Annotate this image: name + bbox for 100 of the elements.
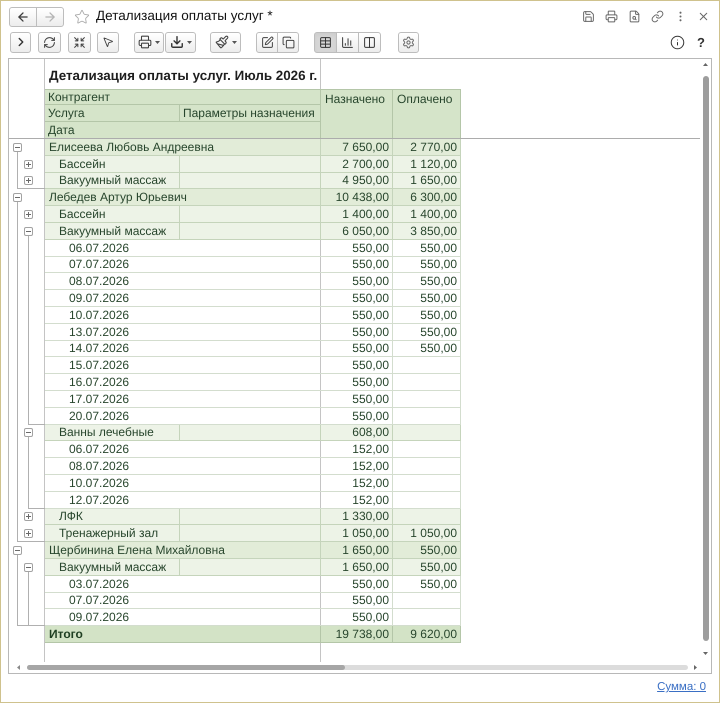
scrollbar-thumb[interactable] (702, 76, 708, 641)
style-button[interactable] (210, 32, 241, 52)
date-text: 09.07.2026 (69, 611, 130, 624)
date-text: 20.07.2026 (69, 410, 130, 422)
caret-icon (155, 40, 160, 44)
date-text: 14.07.2026 (69, 342, 130, 354)
plus-box-icon[interactable] (24, 529, 33, 538)
amount-text: 9 620,00 (410, 628, 457, 640)
amount-text: 550,00 (352, 578, 389, 590)
minus-box-icon[interactable] (24, 562, 33, 572)
minus-box-icon[interactable] (13, 142, 22, 152)
date-text: 09.07.2026 (69, 292, 130, 304)
report-title: Детализация оплаты услуг. Июль 2026 г. (49, 68, 318, 83)
plus-box-icon[interactable] (24, 160, 33, 169)
amount-text: 19 738,00 (336, 628, 389, 640)
copy-button[interactable] (277, 32, 299, 52)
minus-box-icon[interactable] (24, 226, 33, 236)
date-text: 07.07.2026 (69, 594, 130, 606)
minus-box-icon[interactable] (13, 193, 22, 202)
up-arrow-icon[interactable] (703, 63, 708, 66)
left-arrow-icon[interactable] (17, 665, 20, 670)
settings-icon (402, 36, 415, 48)
page-magnifier-icon[interactable] (628, 10, 641, 23)
amount-text: 550,00 (352, 292, 389, 304)
chart-view-button[interactable] (336, 32, 359, 52)
table-view-button[interactable] (314, 32, 337, 52)
date-text: 03.07.2026 (69, 578, 130, 590)
amount-text: 1 650,00 (342, 560, 389, 573)
amount-text: 152,00 (352, 443, 389, 456)
service-name: Вакуумный массаж (59, 174, 166, 186)
expand-button[interactable] (10, 32, 31, 52)
edit-button[interactable] (256, 32, 278, 52)
scrollbar-thumb[interactable] (27, 665, 345, 670)
minus-box-icon[interactable] (13, 546, 22, 556)
info-icon[interactable] (670, 34, 686, 50)
fit-button[interactable] (68, 32, 91, 52)
settings-button[interactable] (398, 32, 419, 52)
minus-box-icon[interactable] (24, 428, 33, 438)
column-header: Оплачено (393, 89, 461, 138)
amount-text: 550,00 (420, 275, 457, 288)
caret-icon (232, 40, 236, 44)
amount-text: 550,00 (420, 560, 457, 573)
date-text: 17.07.2026 (69, 392, 130, 405)
amount-text: 550,00 (420, 308, 457, 321)
pointer-icon (102, 36, 114, 48)
column-header: Дата (45, 122, 321, 138)
back-button[interactable] (9, 7, 37, 27)
help-button[interactable]: ? (697, 36, 705, 48)
amount-text: 152,00 (352, 494, 389, 506)
amount-text: 10 438,00 (336, 191, 389, 204)
printer-icon[interactable] (605, 10, 618, 23)
amount-text: 1 650,00 (410, 174, 457, 186)
shrink-arrows-icon (73, 36, 86, 48)
amount-text: 550,00 (352, 342, 389, 354)
bar-chart-icon (341, 36, 354, 48)
amount-text: 550,00 (352, 392, 389, 405)
right-arrow-icon (43, 10, 57, 24)
sum-link[interactable]: Сумма: 0 (657, 679, 706, 697)
plus-box-icon[interactable] (24, 210, 33, 220)
amount-text: 550,00 (352, 594, 389, 606)
amount-text: 152,00 (352, 460, 389, 472)
amount-text: 1 050,00 (410, 527, 457, 540)
date-text: 16.07.2026 (69, 376, 130, 388)
date-text: 15.07.2026 (69, 359, 130, 372)
amount-text: 550,00 (352, 376, 389, 388)
right-arrow-icon[interactable] (694, 665, 697, 670)
amount-text: 1 650,00 (342, 544, 389, 556)
star-icon[interactable] (74, 8, 90, 24)
amount-text: 2 700,00 (342, 158, 389, 170)
refresh-button[interactable] (38, 32, 61, 52)
counterparty-name: Елисеева Любовь Андреевна (49, 140, 214, 153)
down-arrow-icon[interactable] (703, 652, 708, 655)
amount-text: 608,00 (352, 426, 389, 438)
printer-icon (138, 35, 152, 49)
counterparty-name: Лебедев Артур Юрьевич (49, 191, 187, 204)
amount-text: 550,00 (420, 326, 457, 338)
amount-text: 550,00 (352, 275, 389, 288)
date-text: 07.07.2026 (69, 258, 130, 270)
window-title: Детализация оплаты услуг * (96, 7, 273, 26)
print-button[interactable] (134, 32, 164, 52)
split-view-button[interactable] (358, 32, 381, 52)
tree-connector-line (17, 152, 45, 190)
amount-text: 550,00 (420, 342, 457, 354)
select-button[interactable] (97, 32, 119, 52)
link-icon[interactable] (651, 10, 664, 23)
counterparty-name: Щербинина Елена Михайловна (49, 544, 225, 556)
column-header: Контрагент (45, 89, 321, 106)
service-name: Вакуумный массаж (59, 224, 166, 237)
plus-box-icon[interactable] (24, 176, 33, 186)
amount-text: 1 400,00 (410, 208, 457, 220)
plus-box-icon[interactable] (24, 512, 33, 522)
table-icon (319, 36, 332, 48)
two-panes-icon (363, 36, 376, 48)
scrollbar-track[interactable] (27, 665, 688, 670)
date-text: 10.07.2026 (69, 308, 130, 321)
amount-text: 550,00 (352, 326, 389, 338)
save-button[interactable] (165, 32, 196, 52)
service-name: Тренажерный зал (59, 527, 158, 540)
amount-text: 1 050,00 (342, 527, 389, 540)
close-icon[interactable] (697, 10, 710, 23)
